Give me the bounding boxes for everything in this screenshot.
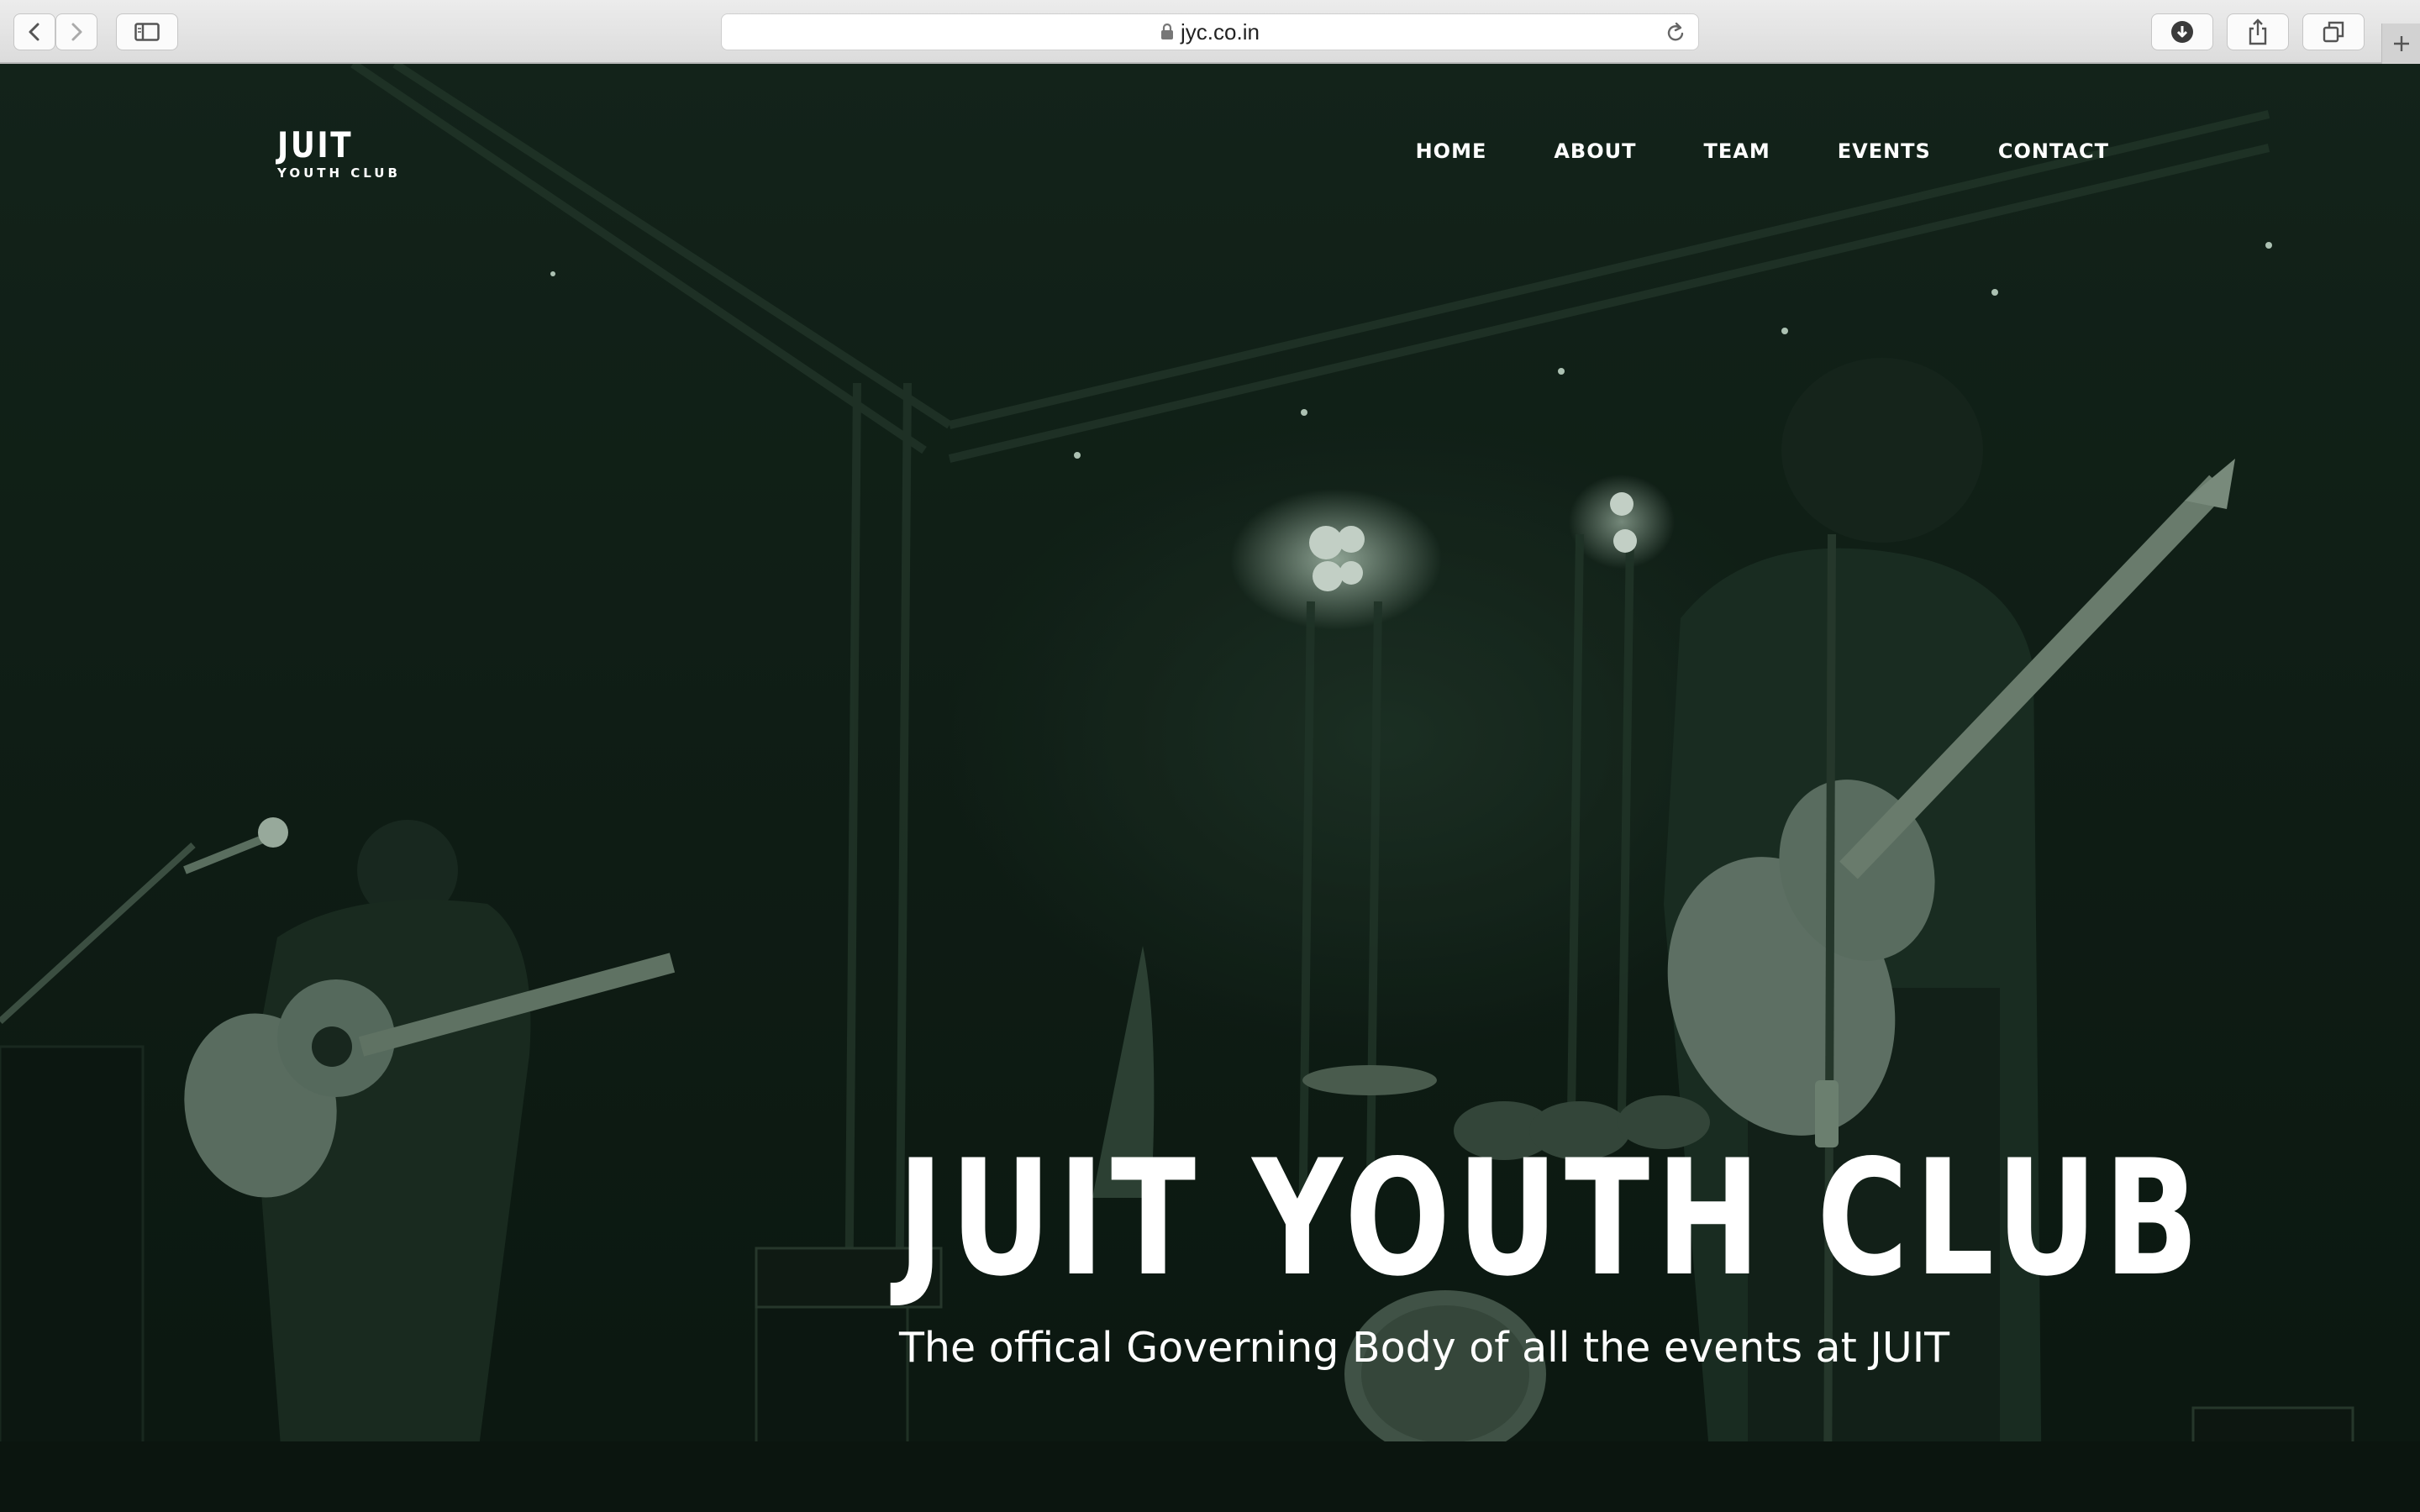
- site-logo[interactable]: JUIT YOUTH CLUB: [277, 128, 401, 181]
- download-icon: [2171, 21, 2193, 43]
- lock-icon: [1161, 24, 1174, 39]
- logo-main-text: JUIT: [277, 124, 354, 165]
- sidebar-icon: [134, 23, 160, 41]
- main-nav: HOME ABOUT TEAM EVENTS CONTACT: [1349, 139, 2109, 163]
- hero-subtitle: The offical Governing Body of all the ev…: [899, 1324, 1950, 1372]
- chevron-left-icon: [29, 23, 39, 41]
- hero-section: JUIT YOUTH CLUB HOME ABOUT TEAM EVENTS C…: [0, 64, 2420, 1512]
- nav-about[interactable]: ABOUT: [1554, 139, 1636, 163]
- nav-contact[interactable]: CONTACT: [1998, 139, 2109, 163]
- browser-toolbar: jyc.co.in: [0, 0, 2420, 64]
- plus-icon: [2393, 36, 2409, 51]
- url-text: jyc.co.in: [1181, 18, 1260, 45]
- tabs-overview-icon: [2323, 21, 2344, 43]
- forward-button[interactable]: [55, 13, 97, 50]
- new-tab-button[interactable]: [2381, 24, 2420, 64]
- share-icon: [2249, 18, 2267, 45]
- nav-team[interactable]: TEAM: [1703, 139, 1770, 163]
- reload-icon: [1667, 22, 1684, 41]
- hero-title: JUIT YOUTH CLUB: [897, 1126, 2206, 1311]
- nav-events[interactable]: EVENTS: [1838, 139, 1931, 163]
- tabs-overview-button[interactable]: [2302, 13, 2365, 50]
- logo-sub-text: YOUTH CLUB: [277, 165, 401, 181]
- address-bar[interactable]: jyc.co.in: [721, 13, 1699, 50]
- reload-button[interactable]: [1665, 21, 1686, 49]
- nav-home[interactable]: HOME: [1416, 139, 1487, 163]
- sidebar-button[interactable]: [116, 13, 178, 50]
- chevron-right-icon: [71, 23, 82, 41]
- share-button[interactable]: [2227, 13, 2289, 50]
- downloads-button[interactable]: [2151, 13, 2213, 50]
- back-button[interactable]: [13, 13, 55, 50]
